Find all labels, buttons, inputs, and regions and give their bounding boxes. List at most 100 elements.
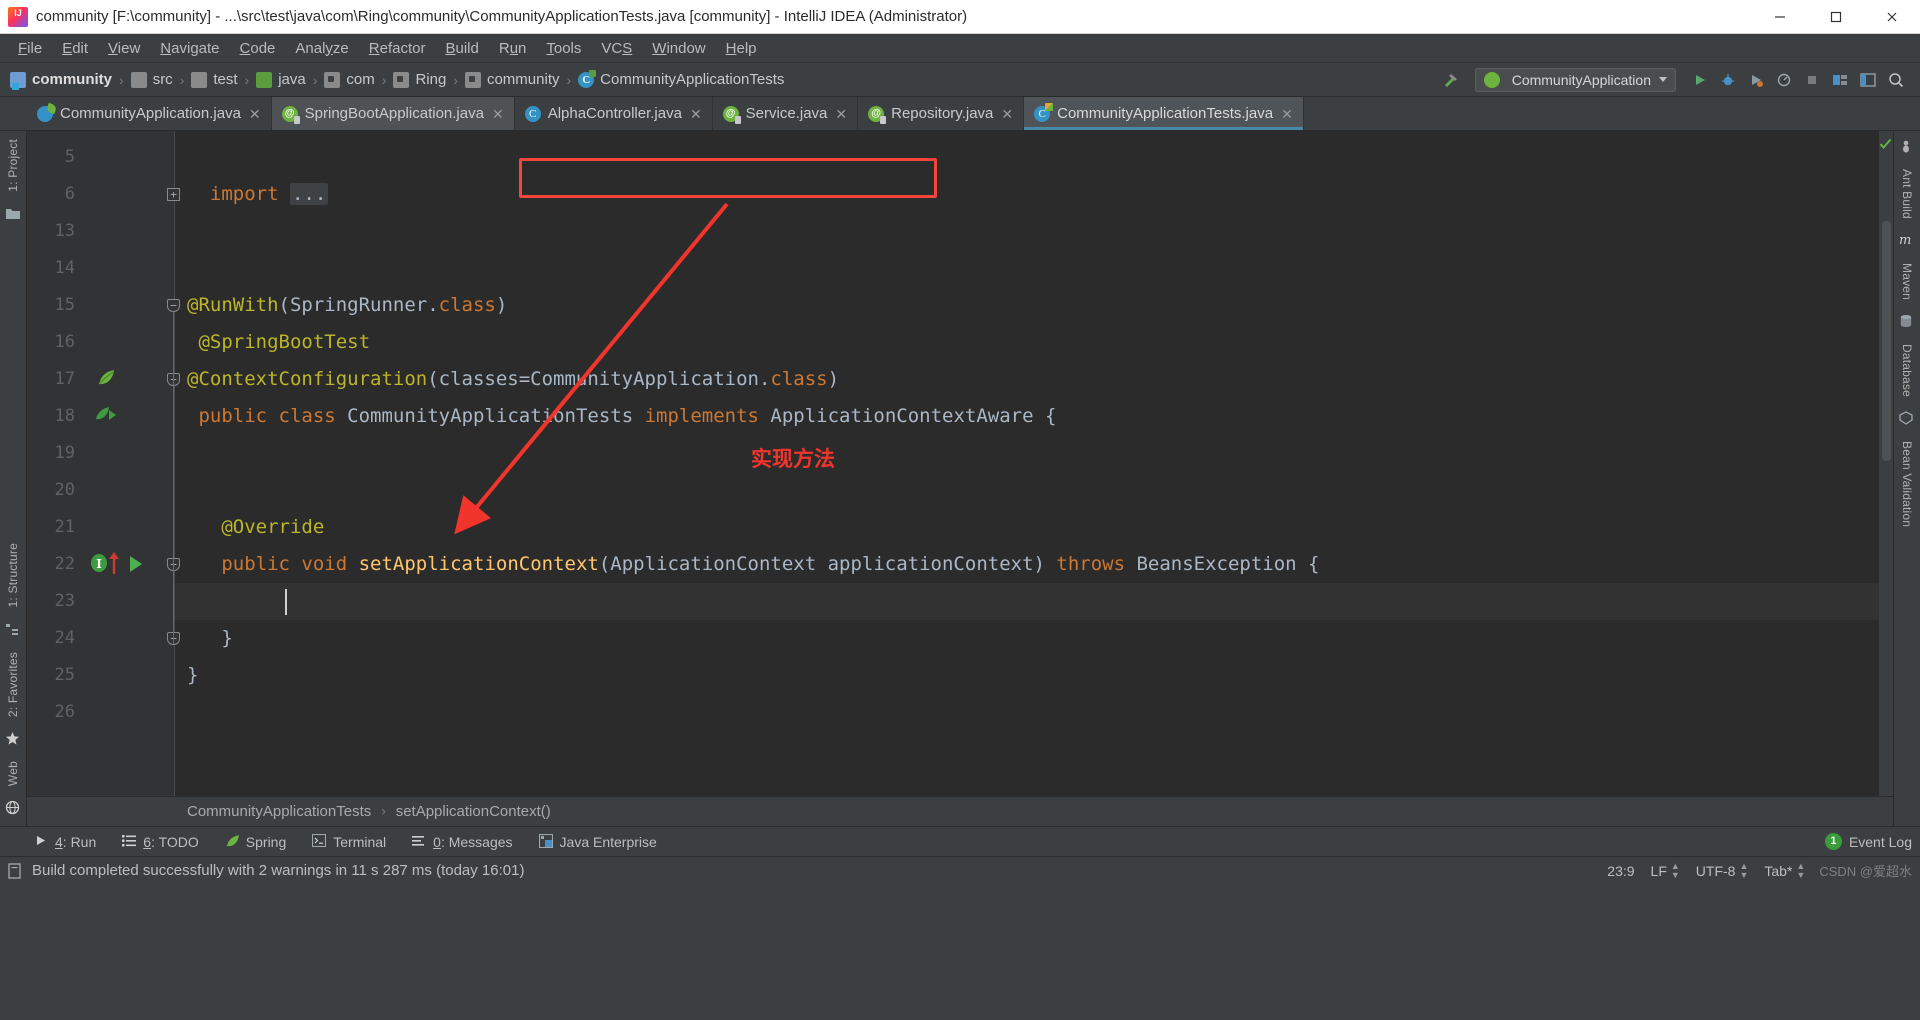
close-icon[interactable]: ✕ bbox=[835, 107, 847, 121]
sidebar-item-database[interactable]: Database bbox=[1900, 336, 1914, 405]
code-line-25[interactable]: } bbox=[187, 657, 198, 694]
close-icon[interactable]: ✕ bbox=[492, 107, 504, 121]
code-line-18[interactable]: public class CommunityApplicationTests i… bbox=[187, 398, 1056, 435]
minimize-button[interactable] bbox=[1752, 0, 1808, 34]
sidebar-item-project[interactable]: 1: Project bbox=[6, 131, 20, 200]
override-arrow-icon[interactable] bbox=[107, 551, 121, 579]
menu-item-tools[interactable]: Tools bbox=[536, 37, 591, 60]
sidebar-item-favorites[interactable]: 2: Favorites bbox=[6, 644, 20, 725]
sidebar-item-maven[interactable]: Maven bbox=[1900, 255, 1914, 308]
run-button[interactable] bbox=[1686, 67, 1714, 93]
file-encoding[interactable]: UTF-8 ▲ ▼ bbox=[1696, 861, 1749, 880]
database-icon[interactable] bbox=[1899, 314, 1915, 330]
sidebar-item-web[interactable]: Web bbox=[6, 753, 20, 794]
globe-icon[interactable] bbox=[5, 800, 21, 816]
indent-setting[interactable]: Tab* ▲ ▼ bbox=[1764, 861, 1805, 880]
code-line-24[interactable]: } bbox=[187, 620, 232, 657]
close-icon[interactable]: ✕ bbox=[690, 107, 702, 121]
menu-item-refactor[interactable]: Refactor bbox=[359, 37, 436, 60]
breadcrumb-item-com[interactable]: com bbox=[324, 71, 375, 88]
run-test-icon[interactable] bbox=[125, 553, 145, 579]
close-button[interactable] bbox=[1864, 0, 1920, 34]
breadcrumb-item-community[interactable]: community bbox=[10, 71, 112, 90]
run-configuration-selector[interactable]: CommunityApplication bbox=[1474, 67, 1676, 92]
breadcrumb-item-ring[interactable]: Ring bbox=[393, 71, 446, 88]
caret-position[interactable]: 23:9 bbox=[1607, 863, 1634, 879]
code-token: { bbox=[1033, 405, 1057, 427]
sidebar-item-bean-validation[interactable]: Bean Validation bbox=[1900, 433, 1914, 535]
breadcrumb-item-communityapplicationtests[interactable]: C CommunityApplicationTests bbox=[578, 69, 784, 88]
code-line-22[interactable]: public void setApplicationContext(Applic… bbox=[187, 546, 1319, 583]
menu-item-edit[interactable]: Edit bbox=[52, 37, 98, 60]
editor-tab-label: Repository.java bbox=[891, 105, 994, 122]
structure-icon[interactable] bbox=[5, 622, 21, 638]
maven-icon[interactable]: m bbox=[1899, 233, 1915, 249]
event-log-button[interactable]: 1 Event Log bbox=[1824, 833, 1912, 850]
maximize-button[interactable] bbox=[1808, 0, 1864, 34]
tool-window-java-enterprise[interactable]: Java Enterprise bbox=[538, 834, 657, 850]
build-hammer-icon[interactable] bbox=[1437, 67, 1465, 93]
editor-scrollbar[interactable] bbox=[1879, 131, 1893, 796]
menu-item-run[interactable]: Run bbox=[489, 37, 537, 60]
build-status-message[interactable]: Build completed successfully with 2 warn… bbox=[8, 862, 524, 879]
tool-window-spring[interactable]: Spring bbox=[225, 834, 286, 850]
sidebar-item-ant-build[interactable]: Ant Build bbox=[1900, 161, 1914, 227]
ant-icon[interactable] bbox=[1899, 139, 1915, 155]
debug-button[interactable] bbox=[1714, 67, 1742, 93]
editor-tab-alphacontroller[interactable]: C AlphaController.java ✕ bbox=[514, 97, 713, 130]
editor-tab-service[interactable]: @ Service.java ✕ bbox=[712, 97, 859, 130]
breadcrumb-separator: › bbox=[381, 71, 387, 88]
implementing-method-icon[interactable]: I bbox=[89, 552, 109, 578]
search-icon[interactable] bbox=[1882, 67, 1910, 93]
menu-item-build[interactable]: Build bbox=[435, 37, 488, 60]
close-icon[interactable]: ✕ bbox=[1281, 107, 1293, 121]
code-editor[interactable]: 561314151617181920212223242526+−−−−I imp… bbox=[27, 131, 1893, 826]
code-line-15[interactable]: @RunWith(SpringRunner.class) bbox=[187, 287, 507, 324]
code-line-17[interactable]: @ContextConfiguration(classes=CommunityA… bbox=[187, 361, 839, 398]
editor-tab-springbootapplication[interactable]: @ SpringBootApplication.java ✕ bbox=[271, 97, 515, 130]
tool-window-todo[interactable]: 6: TODO bbox=[122, 834, 199, 850]
tool-window-terminal[interactable]: Terminal bbox=[312, 834, 386, 850]
bean-validation-icon[interactable] bbox=[1899, 411, 1915, 427]
attach-icon[interactable] bbox=[1826, 67, 1854, 93]
menu-item-code[interactable]: Code bbox=[230, 37, 286, 60]
close-icon[interactable]: ✕ bbox=[249, 107, 261, 121]
code-line-16[interactable]: @SpringBootTest bbox=[187, 324, 370, 361]
breadcrumb-item-java[interactable]: java bbox=[256, 71, 306, 88]
inspections-ok-check-icon[interactable] bbox=[1879, 137, 1892, 154]
star-icon[interactable] bbox=[5, 731, 21, 747]
line-separator[interactable]: LF ▲ ▼ bbox=[1651, 861, 1680, 880]
menu-item-view[interactable]: View bbox=[98, 37, 150, 60]
editor-breadcrumb-item[interactable]: setApplicationContext() bbox=[396, 803, 551, 820]
run-with-coverage-button[interactable] bbox=[1742, 67, 1770, 93]
breadcrumb-item-test[interactable]: test bbox=[191, 71, 238, 88]
code-line-21[interactable]: @Override bbox=[187, 509, 324, 546]
folder-icon[interactable] bbox=[5, 206, 21, 222]
editor-tab-communityapplication[interactable]: CommunityApplication.java ✕ bbox=[27, 97, 272, 130]
scrollbar-thumb[interactable] bbox=[1882, 221, 1891, 461]
spring-bean-override-icon[interactable] bbox=[93, 404, 119, 430]
menu-item-vcs[interactable]: VCS bbox=[591, 37, 642, 60]
menu-item-analyze[interactable]: Analyze bbox=[285, 37, 358, 60]
close-icon[interactable]: ✕ bbox=[1001, 107, 1013, 121]
editor-tab-repository[interactable]: @ Repository.java ✕ bbox=[858, 97, 1025, 130]
breadcrumb-item-src[interactable]: src bbox=[130, 71, 173, 88]
tool-window-run[interactable]: 4: Run bbox=[34, 834, 96, 850]
profile-button[interactable] bbox=[1770, 67, 1798, 93]
menu-item-file[interactable]: File bbox=[8, 37, 52, 60]
editor-tab-communityapplicationtests[interactable]: C CommunityApplicationTests.java ✕ bbox=[1024, 97, 1304, 130]
code-text-area[interactable]: import ... @RunWith(SpringRunner.class) @… bbox=[175, 131, 1893, 826]
sidebar-item-structure[interactable]: 1: Structure bbox=[6, 535, 20, 615]
menu-item-window[interactable]: Window bbox=[642, 37, 715, 60]
editor-breadcrumb-item[interactable]: CommunityApplicationTests bbox=[187, 803, 371, 820]
spring-bean-icon[interactable] bbox=[95, 367, 117, 393]
code-token: ... bbox=[289, 183, 329, 205]
menu-item-navigate[interactable]: Navigate bbox=[150, 37, 229, 60]
editor-gutter[interactable]: 561314151617181920212223242526+−−−−I bbox=[27, 131, 180, 826]
code-line-6[interactable]: import ... bbox=[187, 176, 329, 213]
tool-window-messages[interactable]: 0: Messages bbox=[412, 834, 513, 850]
stop-button[interactable] bbox=[1798, 67, 1826, 93]
layout-icon[interactable] bbox=[1854, 67, 1882, 93]
menu-item-help[interactable]: Help bbox=[716, 37, 767, 60]
breadcrumb-item-community[interactable]: community bbox=[464, 71, 560, 88]
